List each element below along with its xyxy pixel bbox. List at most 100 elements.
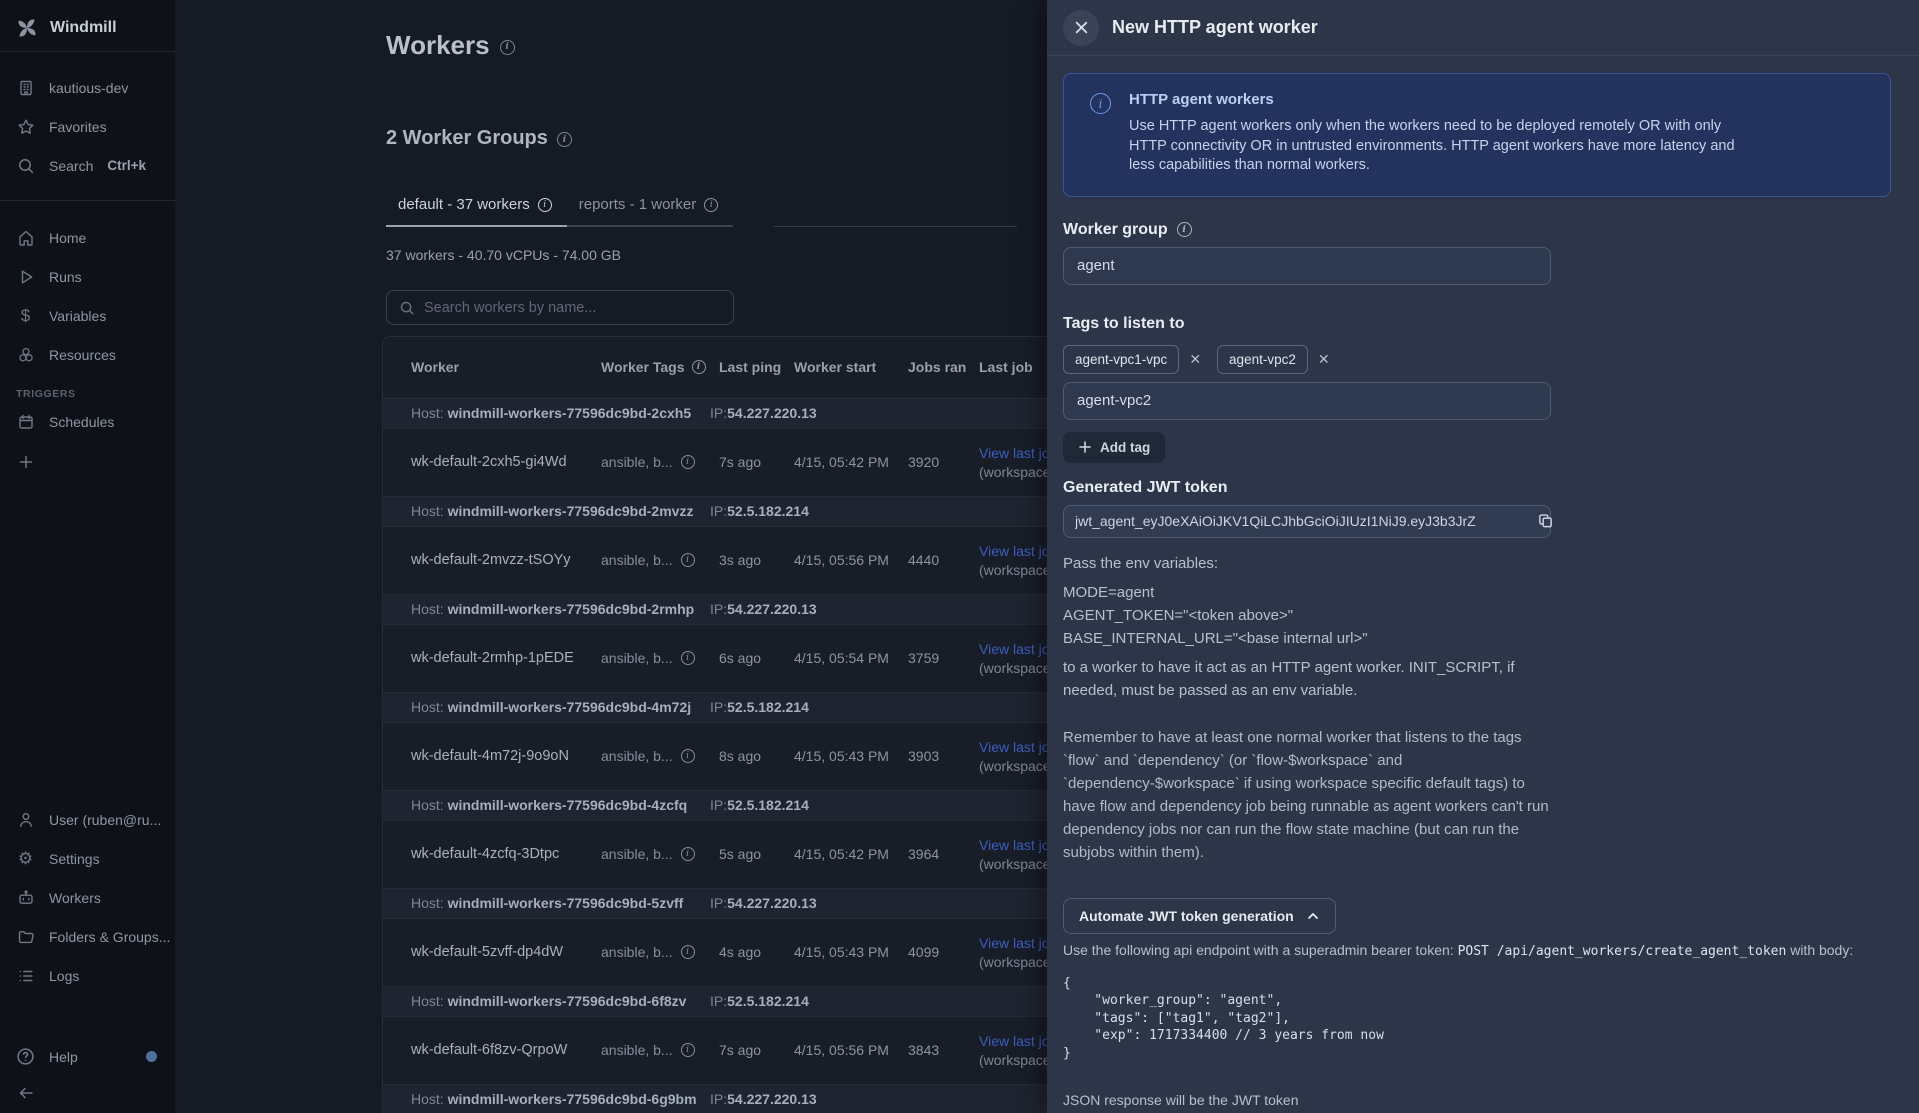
last-job-workspace: (workspace bbox=[979, 758, 1051, 774]
last-ping-cell: 4s ago bbox=[719, 944, 761, 960]
app-brand[interactable]: Windmill bbox=[0, 8, 175, 48]
sidebar-item-variables[interactable]: $Variables bbox=[0, 296, 175, 335]
info-icon[interactable]: i bbox=[1177, 222, 1192, 237]
host-ip-cell: IP:52.5.182.214 bbox=[710, 699, 809, 715]
worker-start-cell: 4/15, 05:54 PM bbox=[794, 650, 889, 666]
last-job-cell: View last job (workspace bbox=[979, 542, 1057, 580]
info-icon[interactable]: i bbox=[704, 198, 718, 212]
sidebar-item-label: Favorites bbox=[49, 119, 107, 135]
jobs-ran-cell: 4099 bbox=[908, 944, 939, 960]
last-job-workspace: (workspace bbox=[979, 856, 1051, 872]
help-notification-badge bbox=[146, 1051, 157, 1062]
env-variable-line: BASE_INTERNAL_URL="<base internal url>" bbox=[1063, 627, 1563, 650]
info-icon[interactable]: i bbox=[681, 553, 695, 567]
sidebar-item-label: kautious-dev bbox=[49, 80, 128, 96]
worker-tags-cell: ansible, b...i bbox=[601, 650, 695, 666]
plus-icon bbox=[1078, 440, 1092, 454]
info-icon[interactable]: i bbox=[681, 847, 695, 861]
api-method: POST /api/agent_workers/create_agent_tok… bbox=[1458, 944, 1787, 959]
worker-group-label: Worker group i bbox=[1063, 221, 1891, 239]
col-worker: Worker bbox=[411, 359, 459, 375]
worker-search[interactable] bbox=[386, 290, 734, 325]
search-icon bbox=[16, 157, 35, 175]
last-job-cell: View last job (workspace bbox=[979, 738, 1057, 776]
tab-reports-group[interactable]: reports - 1 worker i bbox=[567, 196, 734, 227]
sidebar-item-home[interactable]: Home bbox=[0, 218, 175, 257]
info-icon[interactable]: i bbox=[681, 455, 695, 469]
tab-default-group[interactable]: default - 37 workers i bbox=[386, 196, 567, 227]
plus-icon bbox=[16, 453, 35, 471]
tab-label: default - 37 workers bbox=[398, 196, 530, 213]
tag-input[interactable] bbox=[1063, 382, 1551, 420]
view-last-job-link[interactable]: View last job bbox=[979, 934, 1057, 953]
sidebar-item-schedules[interactable]: Schedules bbox=[0, 402, 175, 441]
info-icon[interactable]: i bbox=[538, 198, 552, 212]
last-job-cell: View last job (workspace bbox=[979, 836, 1057, 874]
last-job-workspace: (workspace bbox=[979, 464, 1051, 480]
worker-tags-cell: ansible, b...i bbox=[601, 454, 695, 470]
worker-group-input[interactable] bbox=[1063, 247, 1551, 285]
view-last-job-link[interactable]: View last job bbox=[979, 1032, 1057, 1051]
remove-tag-icon[interactable]: ✕ bbox=[1189, 351, 1201, 368]
sidebar-item-favorites[interactable]: Favorites bbox=[0, 107, 175, 146]
user-icon bbox=[16, 811, 35, 829]
host-ip-cell: IP:54.227.220.13 bbox=[710, 405, 817, 421]
sidebar-item-label: Runs bbox=[49, 269, 82, 285]
worker-start-cell: 4/15, 05:56 PM bbox=[794, 1042, 889, 1058]
view-last-job-link[interactable]: View last job bbox=[979, 542, 1057, 561]
sidebar-item-label: User (ruben@ru... bbox=[49, 812, 161, 828]
tag-chip: agent-vpc1-vpc bbox=[1063, 345, 1179, 374]
sidebar-item-kautious-dev[interactable]: kautious-dev bbox=[0, 68, 175, 107]
sidebar-add-button[interactable] bbox=[0, 442, 175, 481]
remove-tag-icon[interactable]: ✕ bbox=[1318, 351, 1330, 368]
copy-token-button[interactable] bbox=[1537, 512, 1554, 529]
env-variable-line: AGENT_TOKEN="<token above>" bbox=[1063, 604, 1563, 627]
info-icon[interactable]: i bbox=[692, 360, 706, 374]
sidebar-item-search[interactable]: SearchCtrl+k bbox=[0, 146, 175, 185]
last-ping-cell: 6s ago bbox=[719, 650, 761, 666]
info-icon[interactable]: i bbox=[681, 1043, 695, 1057]
automate-jwt-button[interactable]: Automate JWT token generation bbox=[1063, 898, 1336, 934]
worker-start-cell: 4/15, 05:43 PM bbox=[794, 944, 889, 960]
info-icon[interactable]: i bbox=[500, 40, 515, 55]
search-input[interactable] bbox=[424, 300, 721, 316]
page-title: Workers i bbox=[386, 30, 515, 61]
triggers-section-label: TRIGGERS bbox=[16, 388, 76, 400]
worker-tags-cell: ansible, b...i bbox=[601, 944, 695, 960]
sidebar-item-user-ruben-ru[interactable]: User (ruben@ru... bbox=[0, 800, 175, 839]
sidebar-item-resources[interactable]: Resources bbox=[0, 335, 175, 374]
view-last-job-link[interactable]: View last job bbox=[979, 738, 1057, 757]
info-icon[interactable]: i bbox=[557, 132, 572, 147]
info-icon[interactable]: i bbox=[681, 651, 695, 665]
sidebar-item-logs[interactable]: Logs bbox=[0, 956, 175, 995]
collapse-sidebar-button[interactable] bbox=[0, 1073, 175, 1112]
view-last-job-link[interactable]: View last job bbox=[979, 444, 1057, 463]
view-last-job-link[interactable]: View last job bbox=[979, 640, 1057, 659]
info-icon[interactable]: i bbox=[681, 749, 695, 763]
worker-name-cell: wk-default-2cxh5-gi4Wd bbox=[411, 454, 567, 470]
info-icon: i bbox=[1090, 93, 1111, 114]
worker-start-cell: 4/15, 05:42 PM bbox=[794, 454, 889, 470]
sidebar-item-label: Schedules bbox=[49, 414, 114, 430]
sidebar-item-folders-groups[interactable]: Folders & Groups... bbox=[0, 917, 175, 956]
sidebar-item-settings[interactable]: ⚙Settings bbox=[0, 839, 175, 878]
view-last-job-link[interactable]: View last job bbox=[979, 836, 1057, 855]
windmill-logo-icon bbox=[16, 17, 38, 39]
info-box-body: Use HTTP agent workers only when the wor… bbox=[1129, 117, 1761, 176]
sidebar-item-help[interactable]: Help bbox=[0, 1037, 175, 1076]
info-icon[interactable]: i bbox=[681, 945, 695, 959]
last-job-workspace: (workspace bbox=[979, 562, 1051, 578]
sidebar-item-label: Settings bbox=[49, 851, 100, 867]
host-name-cell: Host: windmill-workers-77596dc9bd-6f8zv bbox=[411, 993, 686, 1009]
sidebar-item-workers[interactable]: Workers bbox=[0, 878, 175, 917]
jwt-token-input[interactable] bbox=[1063, 505, 1551, 538]
worker-start-cell: 4/15, 05:43 PM bbox=[794, 748, 889, 764]
close-drawer-button[interactable] bbox=[1063, 10, 1099, 46]
col-jobs-ran: Jobs ran bbox=[908, 359, 966, 375]
host-ip-cell: IP:54.227.220.13 bbox=[710, 601, 817, 617]
last-ping-cell: 7s ago bbox=[719, 1042, 761, 1058]
col-worker-start: Worker start bbox=[794, 359, 876, 375]
sidebar-item-runs[interactable]: Runs bbox=[0, 257, 175, 296]
add-tag-button[interactable]: Add tag bbox=[1063, 432, 1165, 463]
bot-icon bbox=[16, 889, 35, 907]
